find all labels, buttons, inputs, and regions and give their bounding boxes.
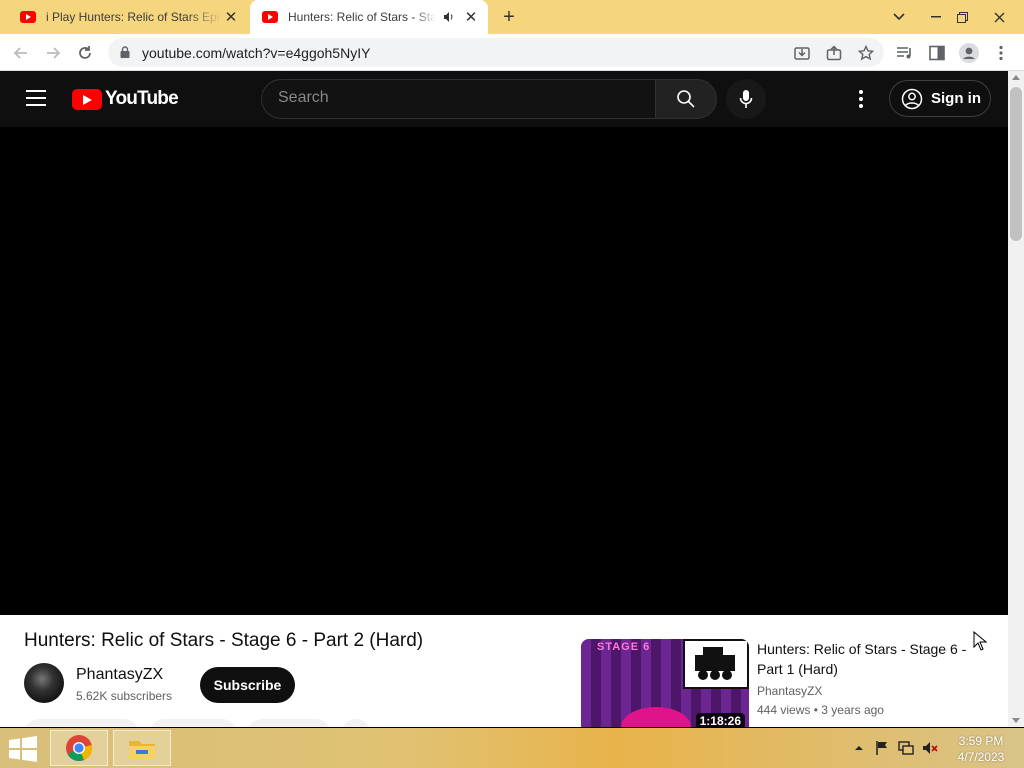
volume-muted-icon[interactable] <box>921 739 939 757</box>
microphone-icon <box>739 90 753 108</box>
related-video-thumbnail[interactable]: STAGE 6 1:18:26 <box>581 639 749 727</box>
related-video-meta: 444 views • 3 years ago <box>757 703 884 717</box>
thumbnail-logo <box>683 639 749 689</box>
sign-in-button[interactable]: Sign in <box>889 80 991 117</box>
subscriber-count: 5.62K subscribers <box>76 689 173 703</box>
account-circle-icon <box>901 88 923 109</box>
action-chip[interactable] <box>247 719 331 727</box>
youtube-logo[interactable]: YouTube <box>72 88 179 110</box>
taskbar-explorer-button[interactable] <box>113 730 171 766</box>
youtube-favicon-icon <box>262 11 278 23</box>
scroll-down-arrow-icon[interactable] <box>1012 718 1020 723</box>
tab-close-icon[interactable]: ✕ <box>222 8 240 26</box>
forward-arrow-icon[interactable] <box>40 40 66 66</box>
back-arrow-icon[interactable] <box>8 40 34 66</box>
subscribe-button[interactable]: Subscribe <box>200 667 295 703</box>
file-explorer-icon <box>129 741 155 759</box>
search-icon <box>677 90 695 108</box>
tab-title: i Play Hunters: Relic of Stars Episode <box>46 10 222 24</box>
scrollbar-thumb[interactable] <box>1010 87 1022 241</box>
side-panel-icon[interactable] <box>926 42 948 64</box>
search-button[interactable] <box>655 79 717 119</box>
network-icon[interactable] <box>897 739 915 757</box>
media-controls-icon[interactable] <box>894 42 916 64</box>
browser-toolbar: youtube.com/watch?v=e4ggoh5NyIY <box>0 34 1024 71</box>
bookmark-star-icon[interactable] <box>856 43 876 63</box>
related-video-views: 444 views <box>757 703 811 717</box>
mouse-cursor-icon <box>973 631 987 651</box>
address-bar[interactable]: youtube.com/watch?v=e4ggoh5NyIY <box>108 38 884 67</box>
tab-search-chevron-icon[interactable] <box>882 0 916 34</box>
share-icon[interactable] <box>824 43 844 63</box>
action-chip[interactable] <box>341 719 371 727</box>
related-video-channel[interactable]: PhantasyZX <box>757 684 822 698</box>
browser-menu-icon[interactable] <box>990 42 1012 64</box>
install-app-icon[interactable] <box>792 43 812 63</box>
related-video-title[interactable]: Hunters: Relic of Stars - Stage 6 - Part… <box>757 639 972 679</box>
youtube-header: YouTube Sign in <box>0 71 1008 127</box>
clock-time: 3:59 PM <box>958 734 1004 748</box>
windows-start-icon[interactable] <box>8 736 38 762</box>
new-tab-button[interactable]: + <box>498 6 520 28</box>
windows-taskbar: 3:59 PM 4/7/2023 <box>0 728 1024 768</box>
sign-in-label: Sign in <box>931 90 981 107</box>
system-clock[interactable]: 3:59 PM 4/7/2023 <box>946 733 1016 765</box>
browser-tab-1[interactable]: i Play Hunters: Relic of Stars Episode ✕ <box>8 0 248 34</box>
browser-tab-strip: i Play Hunters: Relic of Stars Episode ✕… <box>0 0 1024 34</box>
close-window-button[interactable] <box>982 0 1016 34</box>
tab-title: Hunters: Relic of Stars - Stage 6 <box>288 10 436 24</box>
action-chip[interactable] <box>24 719 139 727</box>
youtube-wordmark: YouTube <box>105 88 179 109</box>
channel-avatar[interactable] <box>24 663 64 703</box>
video-duration-badge: 1:18:26 <box>695 713 745 727</box>
url-text: youtube.com/watch?v=e4ggoh5NyIY <box>142 45 371 61</box>
video-player[interactable] <box>0 127 1008 615</box>
action-chip[interactable] <box>149 719 237 727</box>
youtube-page: YouTube Sign in Hunters: Relic of Stars … <box>0 71 1008 727</box>
video-info-section: Hunters: Relic of Stars - Stage 6 - Part… <box>0 615 1008 727</box>
page-scrollbar[interactable] <box>1008 71 1024 727</box>
taskbar-chrome-button[interactable] <box>50 730 108 766</box>
thumbnail-stage-text: STAGE 6 <box>597 641 651 653</box>
channel-name[interactable]: PhantasyZX <box>76 666 163 684</box>
scroll-up-arrow-icon[interactable] <box>1012 75 1020 80</box>
tab-close-icon[interactable]: ✕ <box>462 8 480 26</box>
action-chips <box>24 719 371 727</box>
chrome-icon <box>66 735 93 762</box>
reload-icon[interactable] <box>72 40 98 66</box>
audio-playing-icon[interactable] <box>442 10 456 24</box>
lock-icon <box>120 46 130 58</box>
restore-button[interactable] <box>945 0 979 34</box>
hamburger-menu-icon[interactable] <box>26 90 46 106</box>
show-hidden-icons-icon[interactable] <box>850 739 868 757</box>
search-input[interactable] <box>278 89 638 107</box>
youtube-favicon-icon <box>20 11 36 23</box>
video-title: Hunters: Relic of Stars - Stage 6 - Part… <box>24 630 424 651</box>
voice-search-button[interactable] <box>726 79 766 119</box>
action-center-flag-icon[interactable] <box>873 739 891 757</box>
search-box <box>261 79 655 119</box>
browser-tab-2[interactable]: Hunters: Relic of Stars - Stage 6 ✕ <box>250 0 488 34</box>
youtube-play-icon <box>72 88 102 110</box>
more-options-icon[interactable] <box>850 88 872 110</box>
profile-avatar-icon[interactable] <box>958 42 980 64</box>
clock-date: 4/7/2023 <box>957 750 1005 764</box>
related-video-age: 3 years ago <box>821 703 884 717</box>
